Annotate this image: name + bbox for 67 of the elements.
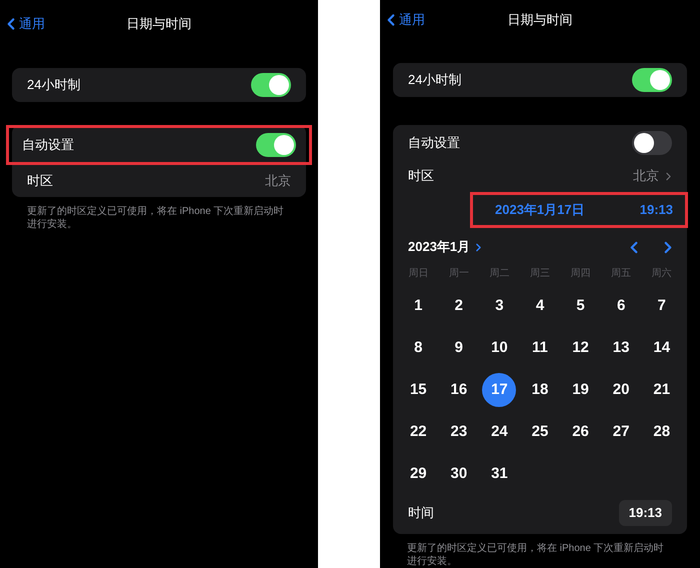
setting-label: 24小时制 [408,71,462,90]
weekday-label: 周六 [652,266,672,280]
toggle-switch[interactable] [632,68,672,92]
calendar-day[interactable]: 5 [564,289,598,323]
calendar-day[interactable]: 4 [522,289,557,323]
weekday-label: 周二 [489,266,510,280]
back-link[interactable]: 通用 [386,10,425,30]
chevron-right-icon[interactable] [665,170,672,182]
toggle-switch[interactable] [632,130,672,154]
toggle-switch[interactable] [251,73,291,97]
calendar-day[interactable]: 2 [442,289,476,323]
back-link[interactable]: 通用 [6,14,45,34]
setting-label: 时间 [408,504,434,522]
calendar-day[interactable]: 12 [564,331,598,365]
calendar-day[interactable]: 28 [644,415,679,449]
calendar-day[interactable]: 22 [401,415,436,449]
calendar-day[interactable]: 15 [401,373,436,407]
back-chevron-icon[interactable] [386,12,396,27]
setting-label: 自动设置 [408,134,460,152]
calendar-day[interactable]: 1 [401,289,436,323]
calendar-day[interactable]: 27 [604,415,638,449]
calendar-day[interactable]: 23 [442,415,476,449]
weekday-label: 周三 [530,266,550,280]
calendar-day[interactable]: 8 [401,331,436,365]
calendar-day[interactable]: 21 [644,373,679,407]
calendar-day[interactable]: 17 [482,373,516,407]
weekday-label: 周一 [448,266,469,280]
calendar-day[interactable]: 14 [644,331,679,365]
setting-label: 自动设置 [22,136,74,154]
calendar-day[interactable]: 18 [522,373,557,407]
calendar-day[interactable]: 19 [564,373,598,407]
weekday-label: 周四 [570,266,591,280]
calendar-day[interactable]: 30 [442,457,476,491]
next-month-icon[interactable] [663,240,673,254]
calendar-day[interactable]: 31 [482,457,516,491]
setting-label: 时区 [408,167,434,186]
toggle-switch[interactable] [256,133,296,157]
calendar-day[interactable]: 16 [442,373,476,407]
time-button[interactable]: 19:13 [618,500,672,526]
setting-label: 时区 [27,172,53,190]
setting-label: 24小时制 [27,76,80,94]
calendar-day[interactable]: 3 [482,289,516,323]
back-chevron-icon[interactable] [6,17,16,31]
date-value[interactable]: 2023年1月17日 [495,200,585,220]
calendar-day[interactable]: 11 [522,331,557,365]
calendar-day[interactable]: 25 [522,415,557,449]
footnote-text: 更新了的时区定义已可使用，将在 iPhone 下次重新启动时进行安装。 [27,205,285,231]
time-value[interactable]: 19:13 [640,200,673,220]
calendar-day[interactable]: 29 [401,457,436,491]
calendar-day[interactable]: 9 [442,331,476,365]
chevron-right-icon[interactable] [475,242,482,252]
setting-value: 北京 [633,167,659,186]
calendar-day[interactable]: 10 [482,331,516,365]
weekday-label: 周日 [408,266,428,280]
calendar-day[interactable]: 6 [604,289,638,323]
calendar-day[interactable]: 13 [604,331,638,365]
calendar-day[interactable]: 24 [482,415,516,449]
calendar-day[interactable]: 7 [644,289,679,323]
calendar-day[interactable]: 20 [604,373,638,407]
footnote-text: 更新了的时区定义已可使用，将在 iPhone 下次重新启动时进行安装。 [407,542,665,568]
page-title: 日期与时间 [508,12,572,27]
month-label[interactable]: 2023年1月 [408,237,470,257]
weekday-label: 周五 [611,266,632,280]
setting-value: 北京 [265,172,291,190]
previous-month-icon[interactable] [629,240,639,254]
calendar-day[interactable]: 26 [564,415,598,449]
page-title: 日期与时间 [126,16,192,32]
